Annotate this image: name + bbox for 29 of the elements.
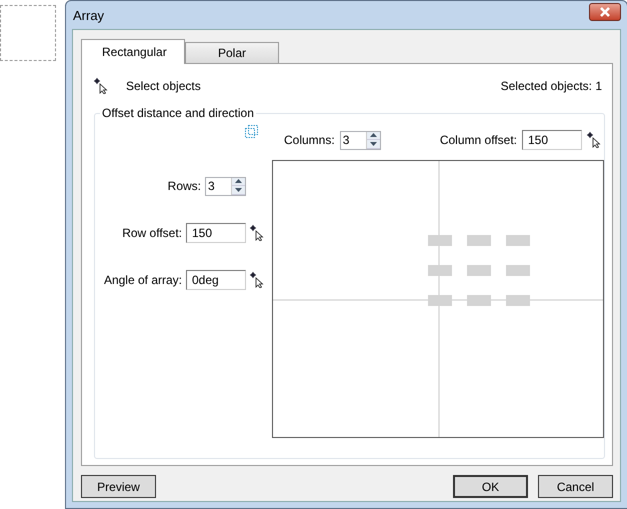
group-title: Offset distance and direction [101,106,255,120]
row-offset-field[interactable]: 150 [186,223,246,243]
spin-field[interactable]: 3 [340,130,381,150]
dialog-button[interactable]: OK [453,475,528,498]
select-objects-label: Select objects [126,79,201,93]
spin-field[interactable]: 3 [205,176,246,196]
close-button[interactable] [589,3,621,21]
dialog-button[interactable]: Cancel [538,475,613,498]
dialog-button[interactable]: Preview [81,475,156,498]
angle-field[interactable]: 0deg [186,270,246,290]
spin-down-icon[interactable] [366,140,380,148]
angle-label: Angle of array: [104,273,182,287]
spin-down-icon[interactable] [232,186,245,194]
row-offset-label: Row offset: [122,226,182,240]
pick-point-icon[interactable] [94,78,108,94]
rows-label: Rows: [168,179,201,193]
window-title: Array [72,8,104,22]
tab[interactable]: Rectangular [81,39,185,64]
dashed-placeholder [0,5,56,61]
close-icon [599,7,611,17]
grid-select-icon[interactable] [245,125,258,138]
column-offset-label: Column offset: [440,133,517,147]
column-offset-field[interactable]: 150 [522,130,582,150]
pick-point-icon[interactable] [250,225,264,241]
pick-point-icon[interactable] [250,272,264,288]
columns-label: Columns: [284,133,335,147]
selected-count: Selected objects: 1 [500,79,602,93]
tab[interactable]: Polar [185,42,279,63]
pick-point-icon[interactable] [587,132,601,148]
